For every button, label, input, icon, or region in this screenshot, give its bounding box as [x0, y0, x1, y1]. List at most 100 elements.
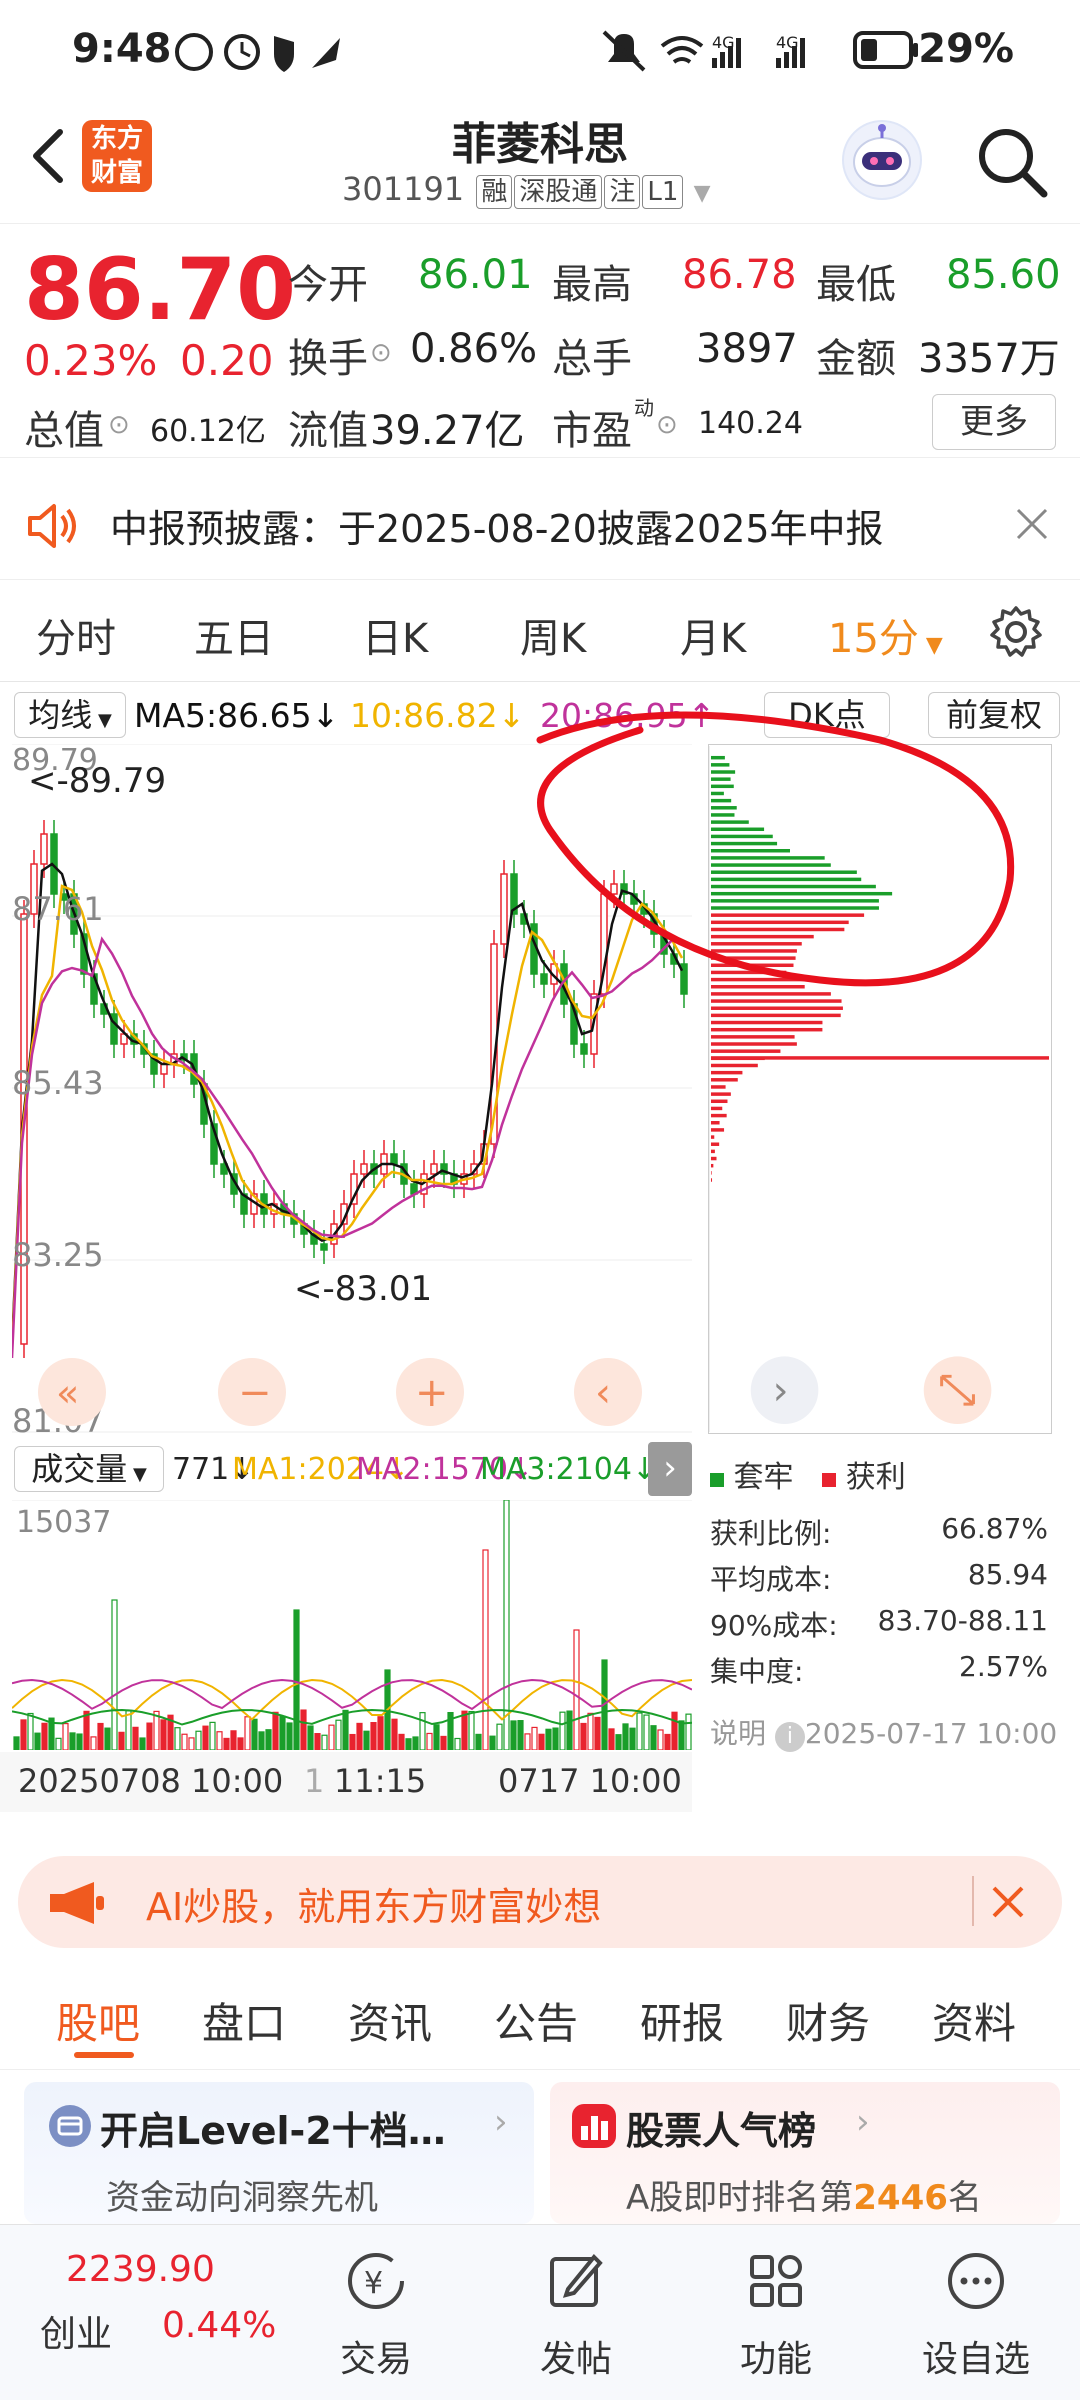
- nav-functions[interactable]: 功能: [716, 2249, 836, 2382]
- info-dots-icon[interactable]: ⊙: [370, 338, 392, 368]
- tab-intraday[interactable]: 分时: [36, 606, 116, 664]
- close-icon[interactable]: [1014, 506, 1050, 542]
- volume-bar: [259, 1732, 264, 1750]
- volume-bar: [525, 1734, 530, 1750]
- volume-bar: [686, 1714, 691, 1750]
- cost90-value: 83.70-88.11: [858, 1604, 1048, 1637]
- ma10-value: 10:86.82↓: [350, 696, 525, 735]
- open-value: 86.01: [418, 252, 533, 298]
- tab-weekly-k[interactable]: 周K: [520, 606, 586, 664]
- tab-daily-k[interactable]: 日K: [362, 606, 428, 664]
- cost90-label: 90%成本:: [710, 1604, 838, 1644]
- volume-bar: [231, 1731, 236, 1750]
- notice-text: 中报预披露：于2025-08-20披露2025年中报: [110, 498, 884, 553]
- card-icon: [48, 2104, 92, 2148]
- tab-15min[interactable]: 15分 ▼: [828, 606, 943, 664]
- mktcap-label: 总值: [24, 398, 104, 456]
- notice-bar[interactable]: 中报预披露：于2025-08-20披露2025年中报: [0, 470, 1080, 580]
- volume-bar: [357, 1723, 362, 1750]
- chevron-right-icon[interactable]: ›: [648, 1442, 692, 1496]
- chip-bar: [711, 1164, 713, 1167]
- nav-post[interactable]: 发帖: [516, 2249, 636, 2382]
- ai-banner[interactable]: AI炒股，就用东方财富妙想: [18, 1856, 1062, 1948]
- scroll-right-button[interactable]: ›: [751, 1356, 819, 1424]
- tab-forum[interactable]: 股吧: [56, 1990, 140, 2051]
- volume-selector[interactable]: 成交量 ▼: [14, 1446, 164, 1492]
- volume-bar: [462, 1711, 467, 1750]
- volume-bar: [665, 1734, 670, 1750]
- nav-add-watchlist[interactable]: 设自选: [916, 2249, 1036, 2382]
- chip-note[interactable]: 说明 i 2025-07-17 10:00: [710, 1712, 1057, 1752]
- level2-card[interactable]: 开启Level-2十档… › 资金动向洞察先机: [24, 2082, 534, 2224]
- svg-text:«: «: [56, 1371, 79, 1415]
- scroll-left-button[interactable]: ‹: [574, 1358, 642, 1426]
- index-ticker[interactable]: 2239.90 创业 0.44%: [20, 2245, 270, 2385]
- volume-bar: [21, 1720, 26, 1750]
- volume-bar: [469, 1712, 474, 1750]
- scroll-left-fast-button[interactable]: «: [38, 1358, 106, 1426]
- volume-bar: [56, 1738, 61, 1750]
- volume-indicator-row: 成交量 ▼ 771↓ MA1:2024↓ MA2:1570↓ MA3:2104↓…: [0, 1442, 1080, 1498]
- tab-announcements[interactable]: 公告: [494, 1990, 578, 2051]
- volume-bar: [595, 1717, 600, 1750]
- tab-orderbook[interactable]: 盘口: [202, 1990, 286, 2051]
- nav-trade[interactable]: ¥ 交易: [316, 2249, 436, 2382]
- pe-sup: 动: [634, 392, 654, 421]
- volume-bar: [70, 1733, 75, 1750]
- popularity-card[interactable]: 股票人气榜 › A股即时排名第2446名: [550, 2082, 1060, 2224]
- candle-body: [581, 1044, 587, 1054]
- volume-bar: [616, 1735, 621, 1750]
- volume-bar: [196, 1731, 201, 1750]
- tab-monthly-k[interactable]: 月K: [680, 606, 746, 664]
- low-label: 最低: [816, 252, 896, 310]
- close-icon[interactable]: [990, 1884, 1026, 1920]
- card-subtitle: A股即时排名第2446名: [626, 2170, 982, 2219]
- expand-icon[interactable]: [924, 1356, 992, 1424]
- volume-bar: [630, 1728, 635, 1750]
- settings-gear-icon[interactable]: [988, 604, 1044, 660]
- zoom-in-button[interactable]: +: [396, 1358, 464, 1426]
- svg-text:−: −: [238, 1370, 272, 1416]
- volume-bar: [483, 1550, 488, 1750]
- stock-code-row[interactable]: 301191 融深股通注 L1 ▼: [342, 170, 711, 209]
- content-tabs: 股吧 盘口 资讯 公告 研报 财务 资料: [0, 1960, 1080, 2070]
- tab-research[interactable]: 研报: [640, 1990, 724, 2051]
- volume-bar: [497, 1724, 502, 1750]
- ai-banner-text: AI炒股，就用东方财富妙想: [146, 1876, 601, 1931]
- amount-value: 3357万: [918, 326, 1060, 384]
- chip-bar: [711, 1178, 712, 1181]
- avg-cost-label: 平均成本:: [710, 1558, 831, 1598]
- tab-five-day[interactable]: 五日: [194, 606, 274, 664]
- candle-body: [41, 834, 47, 864]
- status-left-icons: [172, 30, 372, 74]
- volume-bar: [119, 1732, 124, 1750]
- search-icon[interactable]: [974, 124, 1050, 200]
- zoom-out-button[interactable]: −: [218, 1358, 286, 1426]
- volume-bar: [28, 1713, 33, 1750]
- tab-profile[interactable]: 资料: [932, 1990, 1016, 2051]
- ranking-icon: [572, 2104, 616, 2148]
- more-dots-icon: [944, 2249, 1008, 2313]
- info-dots-icon[interactable]: ⊙: [108, 410, 130, 440]
- ma-selector[interactable]: 均线 ▼: [14, 692, 126, 738]
- tab-news[interactable]: 资讯: [348, 1990, 432, 2051]
- volume-bar: [392, 1719, 397, 1750]
- info-dots-icon[interactable]: ⊙: [656, 410, 678, 440]
- volume-bar: [567, 1711, 572, 1750]
- chip-bar: [711, 1128, 724, 1131]
- chip-bar: [711, 1071, 742, 1074]
- volume-bar: [623, 1724, 628, 1750]
- assistant-robot-icon[interactable]: [842, 120, 922, 200]
- status-time: 9:48: [72, 26, 172, 72]
- volume-bar: [329, 1725, 334, 1750]
- volume-bar: [371, 1723, 376, 1750]
- last-price: 86.70: [24, 240, 296, 340]
- more-button[interactable]: 更多: [932, 394, 1056, 450]
- tag-margin: 融: [476, 175, 512, 209]
- volume-bar: [427, 1733, 432, 1750]
- volume-bar: [378, 1717, 383, 1750]
- banner-divider: [972, 1876, 974, 1926]
- volume-bar: [35, 1733, 40, 1750]
- svg-text:›: ›: [773, 1368, 789, 1414]
- tab-finance[interactable]: 财务: [786, 1990, 870, 2051]
